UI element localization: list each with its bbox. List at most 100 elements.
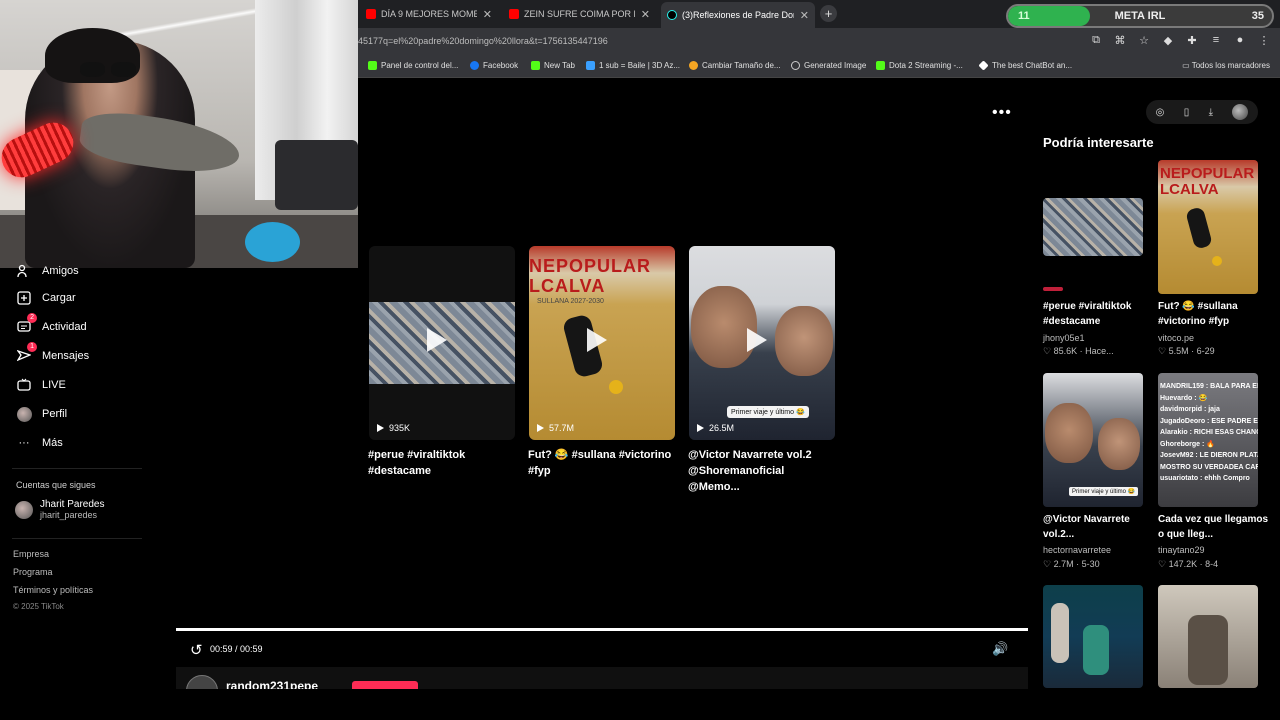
recommended-thumb-1[interactable] <box>1043 198 1143 256</box>
recommended-desc-2[interactable]: Fut? 😂 #sullana #victorino #fyp <box>1158 299 1270 329</box>
upload-icon <box>15 289 33 307</box>
recommended-thumb-4[interactable]: MANDRIL159 : BALA PARA EL MICHI Huevardo… <box>1158 373 1258 507</box>
recommended-desc-3[interactable]: @Victor Navarrete vol.2... <box>1043 512 1155 542</box>
volume-icon[interactable]: 🔊 <box>992 641 1008 657</box>
play-icon <box>427 328 447 352</box>
avatar[interactable] <box>186 675 218 689</box>
recommended-desc-4[interactable]: Cada vez que llegamos o que lleg... <box>1158 512 1270 542</box>
video-caption-1[interactable]: #perue #viraltiktok #destacame <box>368 447 518 479</box>
recommended-user-2[interactable]: vitoco.pe <box>1158 333 1194 343</box>
video-caption-2[interactable]: Fut? 😂 #sullana #victorino #fyp <box>528 447 678 479</box>
footer-link-terms[interactable]: Términos y políticas <box>13 585 93 595</box>
url-text[interactable]: 45177q=el%20padre%20domingo%20llora&t=17… <box>358 36 608 46</box>
bookmarks-bar: Panel de control del... Facebook New Tab… <box>358 56 1280 78</box>
person-left <box>691 286 757 368</box>
recommended-user-3[interactable]: hectornavarretee <box>1043 545 1111 555</box>
sidebar-item-more[interactable]: ··· Más <box>15 434 63 452</box>
footer-link-company[interactable]: Empresa <box>13 549 49 559</box>
media-icon[interactable]: ≡ <box>1210 34 1222 47</box>
recommended-user-1[interactable]: jhony05e1 <box>1043 333 1085 343</box>
device-icon[interactable]: ▯ <box>1184 107 1190 118</box>
new-tab-button[interactable]: + <box>820 5 837 22</box>
menu-kebab-icon[interactable]: ⋮ <box>1258 34 1270 47</box>
bookmark-label: The best ChatBot an... <box>992 61 1073 70</box>
divider <box>12 538 142 539</box>
bookmark-item[interactable]: Panel de control del... <box>368 61 458 70</box>
bookmark-item[interactable]: 1 sub = Baile | 3D Az... <box>586 61 680 70</box>
live-icon <box>15 376 33 394</box>
more-icon: ··· <box>18 437 30 449</box>
extension-diamond-icon[interactable]: ◆ <box>1162 34 1174 47</box>
chat-line: MOSTRO SU VERDADEA CARA <box>1160 463 1258 471</box>
bookmark-item[interactable]: Cambiar Tamaño de... <box>689 61 781 70</box>
view-count: 935K <box>377 423 410 433</box>
recommended-thumb-5[interactable] <box>1043 585 1143 688</box>
tiktok-sidebar: Amigos Cargar 2 Actividad 1 Mensajes LIV… <box>0 264 175 720</box>
video-thumbnail-3[interactable]: Primer viaje y último 😂 26.5M <box>689 246 835 440</box>
download-icon[interactable]: ⤓ <box>1209 107 1213 118</box>
translate-icon[interactable]: ⌘ <box>1114 34 1126 47</box>
ball <box>1212 256 1222 266</box>
video-progress-bar[interactable] <box>176 628 1028 631</box>
sidebar-item-activity[interactable]: 2 Actividad <box>15 313 87 336</box>
close-tab-icon[interactable]: ✕ <box>641 8 650 21</box>
recommended-thumb-3[interactable]: Primer viaje y último 😂 <box>1043 373 1143 507</box>
sidebar-item-profile[interactable]: Perfil <box>15 405 67 423</box>
video-caption-3[interactable]: @Victor Navarrete vol.2 @Shoremanoficial… <box>688 447 838 495</box>
close-tab-icon[interactable]: ✕ <box>800 9 809 22</box>
video-thumbnail-2[interactable]: NEPOPULAR LCALVA SULLANA 2027-2030 57.7M <box>529 246 675 440</box>
recommended-desc-1[interactable]: #perue #viraltiktok #destacame <box>1043 299 1155 329</box>
view-count: 26.5M <box>697 423 734 433</box>
sidebar-item-upload[interactable]: Cargar <box>15 289 76 307</box>
creator-username[interactable]: random231pepe <box>226 679 318 689</box>
webcam-overlay <box>0 0 358 268</box>
following-heading: Cuentas que sigues <box>16 480 96 490</box>
speed-icon[interactable]: ◎ <box>1156 107 1165 118</box>
video-caption-tag: Primer viaje y último 😂 <box>727 406 809 418</box>
extensions-icon[interactable]: ✚ <box>1186 34 1198 47</box>
cast-icon[interactable]: ⧉ <box>1090 34 1102 47</box>
more-options-button[interactable]: ••• <box>992 104 1012 122</box>
bookmark-item[interactable]: The best ChatBot an... <box>978 60 1073 71</box>
sidebar-item-friends[interactable]: Amigos <box>15 262 79 280</box>
diamond-icon <box>978 60 989 71</box>
replay-icon[interactable]: ↺ <box>190 641 203 659</box>
play-small-icon <box>377 424 384 432</box>
video-thumbnail-1[interactable]: 935K <box>369 246 515 440</box>
all-bookmarks-folder[interactable]: ▭ Todos los marcadores <box>1182 61 1270 70</box>
browser-tab-2[interactable]: ZEIN SUFRE COIMA POR POLIC ✕ <box>503 3 656 25</box>
footer-link-program[interactable]: Programa <box>13 567 53 577</box>
follow-button[interactable] <box>352 681 418 689</box>
user-avatar[interactable] <box>1232 104 1249 120</box>
sidebar-item-live[interactable]: LIVE <box>15 376 66 394</box>
wall-sign-small: SULLANA 2027-2030 <box>537 298 604 305</box>
following-account[interactable]: Jharit Paredes jharit_paredes <box>15 499 104 520</box>
bookmark-item[interactable]: New Tab <box>531 61 575 70</box>
recommended-thumb-2[interactable]: NEPOPULAR LCALVA <box>1158 160 1258 294</box>
bookmark-icon <box>586 61 595 70</box>
bookmark-label: Dota 2 Streaming -... <box>889 61 963 70</box>
browser-tab-3-active[interactable]: (3)Reflexiones de Padre Doming ✕ <box>661 2 815 28</box>
address-bar[interactable]: 45177q=el%20padre%20domingo%20llora&t=17… <box>358 28 1280 56</box>
video-caption-tag: Primer viaje y último 😂 <box>1069 487 1139 496</box>
bookmark-item[interactable]: Facebook <box>470 61 518 70</box>
view-count: 57.7M <box>537 423 574 433</box>
bookmark-label: New Tab <box>544 61 575 70</box>
heart-icon: ♡ <box>1158 559 1167 569</box>
profile-avatar-icon[interactable]: ● <box>1234 34 1246 47</box>
sidebar-item-messages[interactable]: 1 Mensajes <box>15 342 89 365</box>
bookmark-label: Facebook <box>483 61 519 70</box>
browser-tab-1[interactable]: DÍA 9 MEJORES MOMENTOS de ✕ <box>360 3 498 25</box>
bookmark-item[interactable]: Dota 2 Streaming -... <box>876 61 963 70</box>
globe-icon <box>791 61 800 70</box>
recommended-thumb-6[interactable] <box>1158 585 1258 688</box>
person-right <box>775 306 833 376</box>
close-tab-icon[interactable]: ✕ <box>483 8 492 21</box>
sidebar-item-label: Más <box>42 437 63 449</box>
chat-overlay: MANDRIL159 : BALA PARA EL MICHI Huevardo… <box>1158 373 1258 485</box>
bookmark-item[interactable]: Generated Image <box>791 61 866 70</box>
star-icon[interactable]: ☆ <box>1138 34 1150 47</box>
bookmark-label: Panel de control del... <box>381 61 459 70</box>
recommended-user-4[interactable]: tinaytano29 <box>1158 545 1205 555</box>
heart-icon: ♡ <box>1043 346 1052 356</box>
